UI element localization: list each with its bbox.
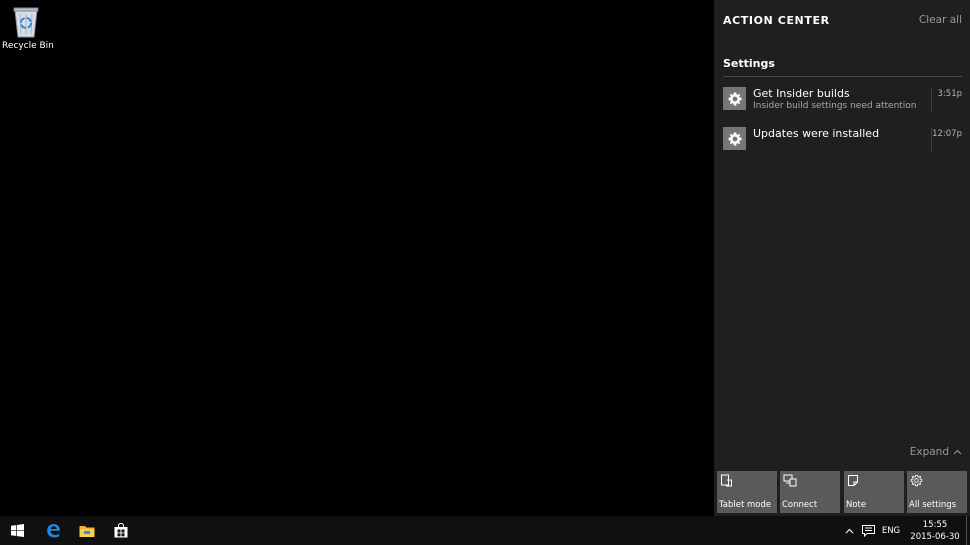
recycle-bin-icon: [13, 7, 39, 38]
taskbar-file-explorer[interactable]: [70, 516, 104, 545]
notification-time: 12:07p: [932, 129, 962, 139]
notification-app-icon: [723, 127, 746, 150]
quick-action-tablet-mode[interactable]: Tablet mode: [717, 471, 777, 513]
notification-item[interactable]: Get Insider builds Insider build setting…: [723, 87, 962, 121]
clear-all-button[interactable]: Clear all: [919, 14, 962, 26]
note-icon: [848, 475, 858, 486]
notification-title: Updates were installed: [753, 127, 880, 140]
input-language-button[interactable]: ENG: [878, 516, 904, 545]
desktop-icon-recycle-bin[interactable]: Recycle Bin: [2, 4, 54, 51]
notification-item[interactable]: Updates were installed 12:07p: [723, 127, 962, 161]
notification-divider: [931, 87, 932, 113]
action-center-panel: ACTION CENTER Clear all Settings Get Ins…: [714, 0, 970, 516]
edge-icon: [46, 524, 60, 538]
file-explorer-icon: [79, 525, 95, 537]
quick-action-label: Note: [846, 500, 867, 510]
gear-icon: [728, 92, 741, 105]
quick-action-connect[interactable]: Connect: [780, 471, 840, 513]
notification-title: Get Insider builds: [753, 87, 850, 100]
show-desktop-button[interactable]: [966, 516, 970, 545]
desktop[interactable]: Recycle Bin: [0, 0, 714, 516]
start-icon: [10, 524, 24, 537]
quick-actions: Tablet mode Connect Note All settings: [717, 471, 968, 513]
chevron-up-icon: [953, 449, 962, 455]
notification-group-title[interactable]: Settings: [723, 57, 775, 70]
quick-action-label: All settings: [909, 500, 957, 510]
notification-subtitle: Insider build settings need attention: [753, 101, 917, 111]
clock-date: 2015-06-30: [910, 531, 960, 542]
system-tray: ENG 15:55 2015-06-30: [840, 516, 970, 545]
action-center-title: ACTION CENTER: [723, 14, 830, 27]
store-icon: [114, 523, 128, 538]
expand-label: Expand: [909, 446, 949, 458]
taskbar-store[interactable]: [104, 516, 138, 545]
gear-icon: [728, 132, 741, 145]
clock-button[interactable]: 15:55 2015-06-30: [906, 516, 964, 545]
action-center-icon: [861, 524, 875, 537]
quick-action-label: Tablet mode: [719, 500, 772, 510]
gear-icon: [910, 474, 923, 487]
notification-app-icon: [723, 87, 746, 110]
tablet-mode-icon: [721, 474, 732, 487]
connect-icon: [783, 474, 797, 487]
desktop-icon-label: Recycle Bin: [2, 41, 54, 51]
show-hidden-icons-button[interactable]: [840, 516, 858, 545]
quick-action-label: Connect: [782, 500, 818, 510]
chevron-up-icon: [845, 528, 853, 533]
taskbar-edge[interactable]: [36, 516, 70, 545]
group-divider: [723, 76, 962, 77]
expand-button[interactable]: Expand: [910, 446, 962, 458]
notification-time: 3:51p: [937, 89, 962, 99]
quick-action-all-settings[interactable]: All settings: [907, 471, 967, 513]
action-center-button[interactable]: [858, 516, 878, 545]
quick-action-note[interactable]: Note: [844, 471, 904, 513]
start-button[interactable]: [0, 516, 34, 545]
clock-time: 15:55: [922, 519, 948, 530]
action-center-header: ACTION CENTER Clear all: [723, 14, 962, 28]
taskbar: ENG 15:55 2015-06-30: [0, 516, 970, 545]
